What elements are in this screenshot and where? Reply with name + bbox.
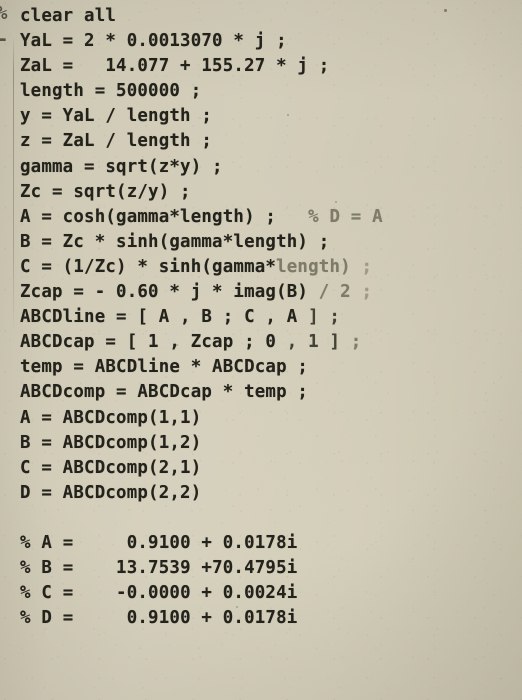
comment-marker: % [20,608,31,629]
inline-comment: % D = A [276,206,383,227]
code-line: gamma = sqrt(z*y) ; [20,156,223,177]
code-line-with-comment: A = cosh(gamma*length) ; % D = A [20,205,520,230]
result-name: A [41,532,53,553]
edge-percent-glyph: % [0,2,7,24]
code-fragment: C = (1/Zc) * sinh(gamma* [20,256,277,277]
result-comment-row: % D = 0.9100 + 0.0178i [20,606,520,631]
code-fragment-faded: length) [276,256,351,277]
code-listing: clear all YaL = 2 * 0.0013070 * j ; ZaL = … [20,4,520,631]
comment-marker: % [20,583,31,604]
result-value: 13.7539 +70.4795i [105,558,298,579]
equals-sign: = [62,583,74,604]
code-line: Zc = sqrt(z/y) ; [20,181,191,202]
code-fragment-faded: ; [350,282,373,303]
code-fragment: Zcap = - 0.60 * j * imag(B) [20,282,319,303]
comment-marker: % [20,532,31,553]
result-comment-row: % A = 0.9100 + 0.0178i [20,531,520,556]
code-line: A = ABCDcomp(1,1) [20,407,202,428]
equals-sign: = [62,532,74,553]
code-fragment: ABCDline = [ A , B ; C , A [20,307,309,328]
code-line: clear all [20,6,117,26]
code-fragment-faded: , 1 ] [286,332,351,353]
photo-page: % - clear all YaL = 2 * 0.0013070 * j ; Za… [0,0,522,700]
code-fragment: ABCDcap = [ 1 , Zcap ; 0 [20,332,287,353]
result-value: 0.9100 + 0.0178i [105,608,298,629]
code-line: ABCDcap = [ 1 , Zcap ; 0 , 1 ] ; [20,330,520,355]
result-value: -0.0000 + 0.0024i [105,583,298,604]
code-line: YaL = 2 * 0.0013070 * j ; [20,31,287,52]
code-fragment-faded: ] ; [308,307,341,328]
code-line: Zcap = - 0.60 * j * imag(B) / 2 ; [20,280,520,305]
result-comment-row: % B = 13.7539 +70.4795i [20,556,520,581]
code-line: temp = ABCDline * ABCDcap ; [20,357,309,378]
code-fragment-faded: / 2 [318,282,351,303]
code-line: B = ABCDcomp(1,2) [20,432,202,453]
code-fragment-faded: ; [350,332,362,353]
code-line: C = ABCDcomp(2,1) [20,457,202,478]
equals-sign: = [62,558,74,579]
code-statement: A = cosh(gamma*length) ; [20,206,277,227]
code-line: D = ABCDcomp(2,2) [20,482,202,503]
result-name: C [41,583,53,604]
result-name: D [41,608,53,629]
code-line: z = ZaL / length ; [20,131,213,152]
page-edge-rule [13,36,14,336]
code-line: ZaL = 14.077 + 155.27 * j ; [20,56,330,77]
result-comment-row: % C = -0.0000 + 0.0024i [20,581,520,606]
code-line: B = Zc * sinh(gamma*length) ; [20,231,330,252]
code-line: ABCDcomp = ABCDcap * temp ; [20,382,309,403]
code-line: ABCDline = [ A , B ; C , A ] ; [20,305,520,330]
result-value: 0.9100 + 0.0178i [105,532,298,553]
edge-dash-glyph: - [0,28,8,50]
equals-sign: = [62,608,74,629]
code-line: y = YaL / length ; [20,106,213,127]
code-line: length = 500000 ; [20,81,202,102]
code-fragment-faded: ; [350,256,373,277]
comment-marker: % [20,558,31,579]
code-line: C = (1/Zc) * sinh(gamma*length) ; [20,255,520,280]
result-name: B [41,558,53,579]
